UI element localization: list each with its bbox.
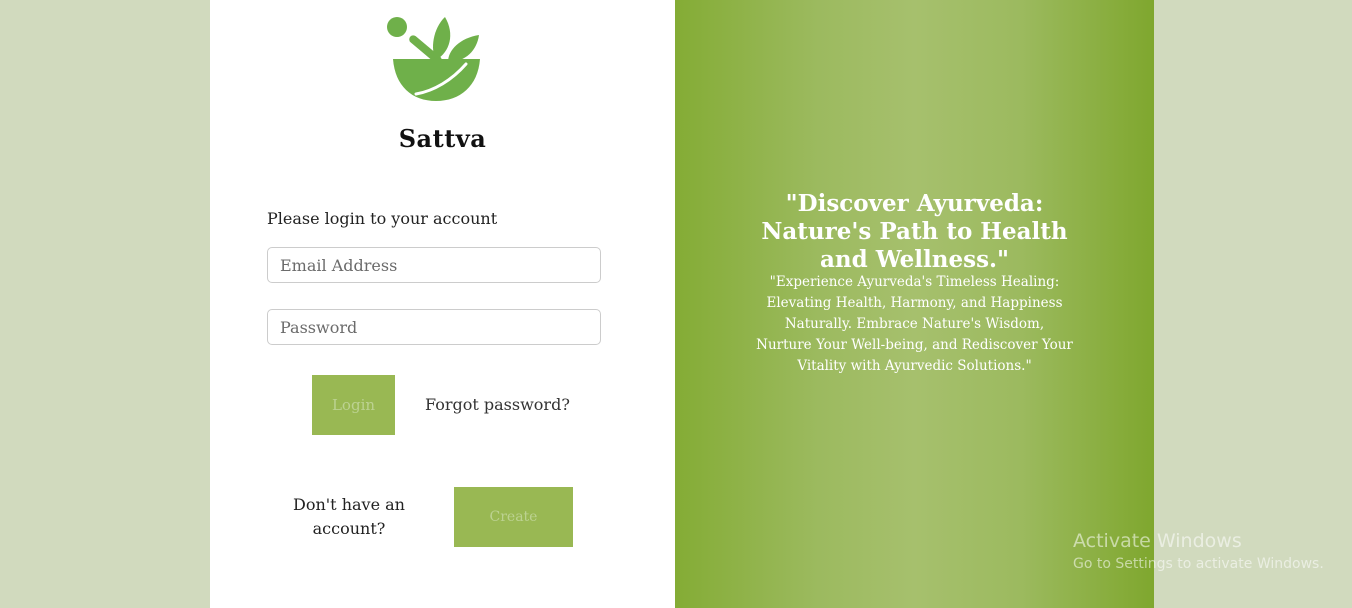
watermark-title: Activate Windows xyxy=(1073,530,1242,552)
login-panel: Sattva Please login to your account Logi… xyxy=(210,0,675,608)
login-prompt: Please login to your account xyxy=(267,209,498,228)
watermark-subtitle: Go to Settings to activate Windows. xyxy=(1073,556,1324,572)
windows-activation-watermark: Activate Windows Go to Settings to activ… xyxy=(1073,530,1324,572)
hero-subtext: "Experience Ayurveda's Timeless Healing:… xyxy=(756,274,1073,374)
login-button[interactable]: Login xyxy=(312,375,395,435)
email-field[interactable] xyxy=(267,247,601,283)
no-account-label: Don't have an account? xyxy=(293,495,405,538)
hero-panel: "Discover Ayurveda: Nature's Path to Hea… xyxy=(675,0,1154,608)
forgot-password-link[interactable]: Forgot password? xyxy=(425,395,570,414)
mortar-pestle-leaf-icon xyxy=(387,17,480,101)
create-account-button[interactable]: Create xyxy=(454,487,573,547)
brand-name: Sattva xyxy=(398,124,487,153)
hero-headline: "Discover Ayurveda: Nature's Path to Hea… xyxy=(761,190,1068,273)
password-field[interactable] xyxy=(267,309,601,345)
